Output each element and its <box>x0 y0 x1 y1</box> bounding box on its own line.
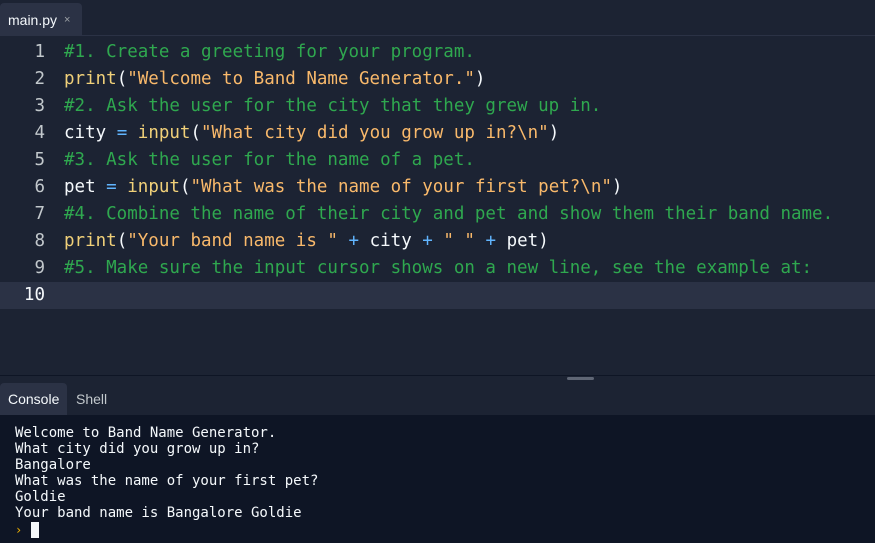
console-line: Welcome to Band Name Generator. <box>15 425 277 441</box>
code-line[interactable]: 2 print("Welcome to Band Name Generator."… <box>0 66 875 93</box>
console-line: What city did you grow up in? <box>15 441 260 457</box>
pane-resize-handle[interactable] <box>567 377 594 380</box>
code-token: "Welcome to Band Name Generator." <box>127 69 475 89</box>
console-tab-bar: Console Shell <box>0 383 875 415</box>
prompt-chevron-icon: › <box>15 523 23 537</box>
code-line[interactable]: 7 #4. Combine the name of their city and … <box>0 201 875 228</box>
code-token: ( <box>190 123 202 143</box>
code-line[interactable]: 1 #1. Create a greeting for your program. <box>0 39 875 66</box>
code-line[interactable]: 4 city = input("What city did you grow up… <box>0 120 875 147</box>
code-token: city <box>359 231 423 251</box>
code-line[interactable]: 5 #3. Ask the user for the name of a pet. <box>0 147 875 174</box>
code-line[interactable]: 8 print("Your band name is " + city + " "… <box>0 228 875 255</box>
code-token: ( <box>116 69 128 89</box>
editor-tab-bar: main.py × <box>0 0 875 36</box>
line-number: 5 <box>34 150 45 170</box>
code-token: "What was the name of your first pet?\n" <box>190 177 612 197</box>
console-line: Bangalore <box>15 457 91 473</box>
code-token: city <box>64 123 117 143</box>
code-token: #1. Create a greeting for your program. <box>64 42 475 62</box>
line-number: 9 <box>34 258 45 278</box>
tab-shell[interactable]: Shell <box>68 383 115 415</box>
code-token: ) <box>611 177 623 197</box>
code-token: input <box>137 123 191 143</box>
line-number: 4 <box>34 123 45 143</box>
code-token: "Your band name is " <box>127 231 338 251</box>
tab-filename: main.py <box>8 11 58 28</box>
tab-main-py[interactable]: main.py × <box>0 3 82 36</box>
code-token: #5. Make sure the input cursor shows on … <box>64 258 813 278</box>
code-text: city = input("What city did you grow up … <box>64 120 559 147</box>
code-token: = <box>116 123 128 143</box>
code-editor[interactable]: 1 #1. Create a greeting for your program.… <box>0 36 875 376</box>
code-token: pet <box>64 177 107 197</box>
code-line[interactable]: 10 <box>0 282 875 309</box>
tab-console[interactable]: Console <box>0 383 68 415</box>
close-icon[interactable]: × <box>64 14 70 26</box>
console-line: Goldie <box>15 489 66 505</box>
code-token: = <box>106 177 117 197</box>
code-token: ( <box>179 177 191 197</box>
code-token: pet <box>496 231 539 251</box>
code-token: ) <box>548 123 560 143</box>
code-text: #4. Combine the name of their city and p… <box>64 201 833 228</box>
code-token: print <box>64 69 117 89</box>
tab-console-label: Console <box>8 391 60 407</box>
console-prompt[interactable]: › <box>15 521 875 539</box>
code-text: #3. Ask the user for the name of a pet. <box>64 147 475 174</box>
code-text: #5. Make sure the input cursor shows on … <box>64 255 812 282</box>
code-text: pet = input("What was the name of your f… <box>64 174 622 201</box>
line-number: 6 <box>34 177 45 197</box>
line-number: 1 <box>34 42 45 62</box>
code-token: ) <box>538 231 549 251</box>
code-token: ) <box>474 69 486 89</box>
code-token: + <box>422 231 433 251</box>
code-token: print <box>64 231 117 251</box>
line-number: 3 <box>34 96 45 116</box>
code-token: #4. Combine the name of their city and p… <box>64 204 834 224</box>
tab-shell-label: Shell <box>76 391 108 407</box>
code-text: #1. Create a greeting for your program. <box>64 39 475 66</box>
code-token: #2. Ask the user for the city that they … <box>64 96 602 116</box>
code-line[interactable]: 3 #2. Ask the user for the city that they… <box>0 93 875 120</box>
code-text: print("Welcome to Band Name Generator.") <box>64 66 485 93</box>
line-number: 8 <box>34 231 45 251</box>
line-number: 7 <box>34 204 45 224</box>
code-token: "What city did you grow up in?\n" <box>201 123 549 143</box>
code-line[interactable]: 9 #5. Make sure the input cursor shows on… <box>0 255 875 282</box>
code-text: #2. Ask the user for the city that they … <box>64 93 601 120</box>
code-line[interactable]: 6 pet = input("What was the name of your … <box>0 174 875 201</box>
code-token: #3. Ask the user for the name of a pet. <box>64 150 475 170</box>
code-token: input <box>127 177 180 197</box>
code-token: + <box>348 231 360 251</box>
line-number: 2 <box>34 69 45 89</box>
code-text: print("Your band name is " + city + " " … <box>64 228 549 255</box>
console-output[interactable]: Welcome to Band Name Generator. What cit… <box>0 415 875 543</box>
code-token: + <box>485 231 497 251</box>
console-line: What was the name of your first pet? <box>15 473 319 489</box>
code-token: " " <box>443 231 475 251</box>
console-line: Your band name is Bangalore Goldie <box>15 505 302 521</box>
line-number: 10 <box>23 285 45 305</box>
input-cursor <box>31 522 39 538</box>
code-token: ( <box>116 231 128 251</box>
